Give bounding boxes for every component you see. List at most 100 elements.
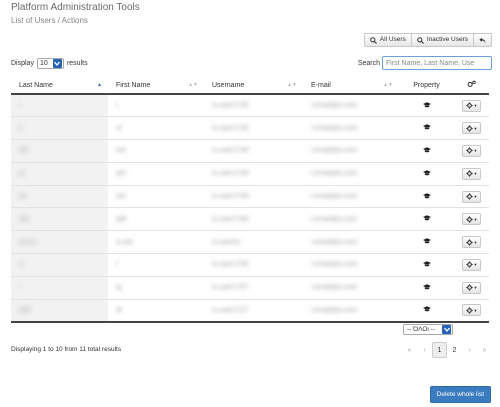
search-label: Search [357,59,380,67]
cell-first-name: aiV [108,162,204,186]
language-select-value: -- ΌΛΟι -- [407,326,436,333]
gear-icon [465,239,473,246]
search-input[interactable]: First Name, Last Name, Use [382,56,492,70]
results-summary: Displaying 1 to 10 from 11 total results [11,346,122,353]
cell-email: l.email@o.com [303,94,399,118]
graduation-cap-icon [422,124,431,130]
page-title: Platform Administration Tools [11,2,140,13]
cell-username: lu.user1749 [204,185,303,209]
cell-first-name: ailll [108,207,204,232]
graduation-cap-icon [422,238,431,244]
row-actions-button[interactable]: ▼ [461,213,482,226]
sort-asc-icon: ▲ [97,82,102,88]
sort-icon: ▲▼ [188,82,198,88]
gear-icon [465,170,473,177]
graduation-cap-icon [422,261,431,267]
graduation-cap-icon [422,192,431,198]
table-row: l l lu.user1730 l.email@o.com ▼ [11,94,489,118]
cell-actions: ▼ [454,185,489,209]
cell-username: lu.user1749 [204,162,303,186]
cell-username: lu.user1727 [204,299,303,323]
row-actions-button[interactable]: ▼ [461,167,482,180]
cell-last-name: ll [11,116,108,141]
table-row: aii aiV lu.user1749 l.email@o.com ▼ [11,185,489,209]
column-header-email[interactable]: E-mail ▲▼ [303,77,399,95]
delete-whole-list-button[interactable]: Delete whole list [429,386,491,403]
cell-username: lu.user1757 [204,276,303,300]
cell-first-name: lg [108,276,204,300]
cell-first-name: l [108,94,204,118]
column-header-property: Property [399,77,454,95]
graduation-cap-icon [422,215,431,221]
next-page-button[interactable]: › [462,342,477,358]
caret-down-icon: ▼ [473,216,478,222]
all-users-label: All Users [379,36,406,43]
table-row: aMI af lu.user1727 l.email@o.com ▼ [11,299,489,323]
inactive-users-label: Inactive Users [426,36,468,43]
caret-down-icon: ▼ [473,103,478,109]
cell-property [399,139,454,163]
column-header-first-name[interactable]: First Name ▲▼ [108,77,204,95]
page-subtitle: List of Users / Actions [11,16,88,25]
cell-username: lu.user1730 [204,94,303,118]
cell-actions: ▼ [454,230,489,255]
cell-email: l.email@o.com [303,253,399,277]
row-actions-button[interactable]: ▼ [461,258,482,271]
cell-last-name: ta.lux [11,230,108,255]
gear-icon [465,284,473,291]
graduation-cap-icon [422,101,431,108]
cell-last-name: aii [11,185,108,209]
cell-email: l.email@o.com [303,116,399,141]
row-actions-button[interactable]: ▼ [461,144,482,157]
cell-property [399,230,454,255]
gear-icon [465,261,473,269]
column-header-last-name[interactable]: Last Name ▲ [11,77,108,95]
last-page-button[interactable]: » [477,342,492,358]
cell-first-name: nl [108,116,204,141]
language-select[interactable]: -- ΌΛΟι -- [403,324,453,335]
page-button-2[interactable]: 2 [447,342,462,358]
cell-email: l.email@o.com [303,299,399,323]
cell-property [399,94,454,118]
prev-page-button[interactable]: ‹ [417,342,432,358]
row-actions-button[interactable]: ▼ [461,236,482,249]
graduation-cap-icon [422,169,431,176]
table-row: ta.lux lu.aril lu.user61 l.email@o.com ▼ [11,230,489,255]
page-button-1[interactable]: 1 [432,342,447,358]
first-page-button[interactable]: « [402,342,417,358]
cell-email: l.email@o.com [303,207,399,232]
cell-first-name: Ivd [108,139,204,163]
cell-first-name: l [108,253,204,277]
search-icon [417,36,424,44]
display-count-value: 10 [39,60,48,67]
cell-property [399,162,454,186]
back-button[interactable] [473,33,492,47]
cell-username: lu.user61 [204,230,303,255]
row-actions-button[interactable]: ▼ [461,281,482,294]
cell-property [399,299,454,323]
caret-down-icon: ▼ [473,307,478,313]
cell-property [399,276,454,300]
all-users-button[interactable]: All Users [363,33,412,47]
inactive-users-button[interactable]: Inactive Users [410,33,474,47]
sort-icon: ▲▼ [287,82,297,88]
row-actions-button[interactable]: ▼ [461,122,482,135]
chevron-down-icon [52,59,62,68]
cell-actions: ▼ [454,139,489,163]
gear-icon [465,193,473,200]
row-actions-button[interactable]: ▼ [461,99,482,112]
gear-icon [465,102,473,109]
row-actions-button[interactable]: ▼ [461,190,482,203]
table-row: ll nl lu.user1730 l.email@o.com ▼ [11,116,489,141]
display-prefix: Display [11,60,34,67]
caret-down-icon: ▼ [473,148,478,154]
caret-down-icon: ▼ [473,262,478,268]
cell-property [399,207,454,232]
column-header-username[interactable]: Username ▲▼ [204,77,303,95]
display-count-select[interactable]: 10 [36,58,64,69]
cell-email: l.email@o.com [303,139,399,163]
gear-icon [465,125,473,132]
cell-last-name: aiiii [11,207,108,232]
row-actions-button[interactable]: ▼ [461,304,482,317]
caret-down-icon: ▼ [473,125,478,131]
